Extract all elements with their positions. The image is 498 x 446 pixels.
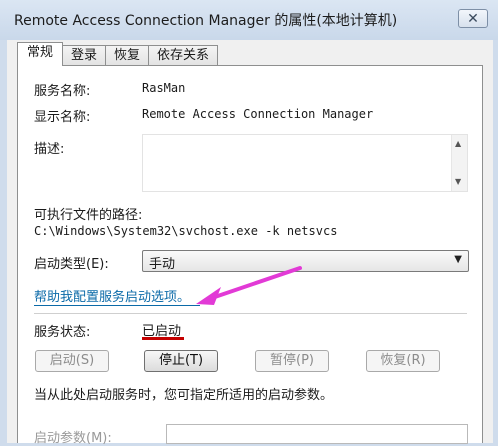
window-title: Remote Access Connection Manager 的属性(本地计… (14, 13, 398, 29)
service-name-value: RasMan (142, 81, 186, 95)
tab-general[interactable]: 常规 (17, 42, 64, 66)
divider (34, 313, 467, 314)
resume-button[interactable]: 恢复(R) (366, 350, 440, 372)
stop-button[interactable]: 停止(T) (144, 350, 218, 372)
display-name-value: Remote Access Connection Manager (142, 107, 374, 121)
start-params-label: 启动参数(M): (34, 431, 112, 446)
start-params-input[interactable] (166, 424, 468, 444)
pause-button[interactable]: 暂停(P) (255, 350, 329, 372)
description-label: 描述: (34, 142, 65, 157)
start-button[interactable]: 启动(S) (35, 350, 109, 372)
display-name-label: 显示名称: (34, 110, 91, 125)
scroll-down-icon[interactable]: ▼ (455, 177, 461, 186)
startup-type-label: 启动类型(E): (34, 257, 109, 272)
help-link[interactable]: 帮助我配置服务启动选项。 (34, 286, 190, 305)
start-params-hint: 当从此处启动服务时，您可指定所适用的启动参数。 (34, 388, 334, 403)
status-highlight-underline (142, 337, 184, 340)
properties-dialog: 常规 登录 恢复 依存关系 服务名称: RasMan 显示名称: Remote … (7, 40, 493, 446)
exe-path-value: C:\Windows\System32\svchost.exe -k netsv… (34, 224, 338, 238)
help-link-underline (34, 305, 200, 306)
exe-path-label: 可执行文件的路径: (34, 208, 143, 223)
general-panel: 服务名称: RasMan 显示名称: Remote Access Connect… (17, 65, 483, 446)
scroll-up-icon[interactable]: ▲ (455, 139, 461, 148)
chevron-down-icon: ▼ (454, 254, 462, 265)
tab-recovery[interactable]: 恢复 (106, 45, 150, 66)
close-button[interactable]: ✕ (458, 9, 488, 28)
startup-type-select[interactable]: 手动 ▼ (142, 250, 469, 272)
close-icon: ✕ (467, 11, 479, 27)
tab-strip: 常规 登录 恢复 依存关系 (17, 42, 219, 66)
description-box[interactable]: ▲ ▼ (142, 134, 468, 192)
description-scrollbar[interactable]: ▲ ▼ (451, 135, 467, 191)
service-name-label: 服务名称: (34, 84, 91, 99)
service-status-label: 服务状态: (34, 325, 91, 340)
tab-dependencies[interactable]: 依存关系 (149, 45, 219, 66)
startup-type-value: 手动 (149, 257, 176, 272)
tab-logon[interactable]: 登录 (63, 45, 107, 66)
title-bar[interactable]: Remote Access Connection Manager 的属性(本地计… (0, 0, 498, 40)
